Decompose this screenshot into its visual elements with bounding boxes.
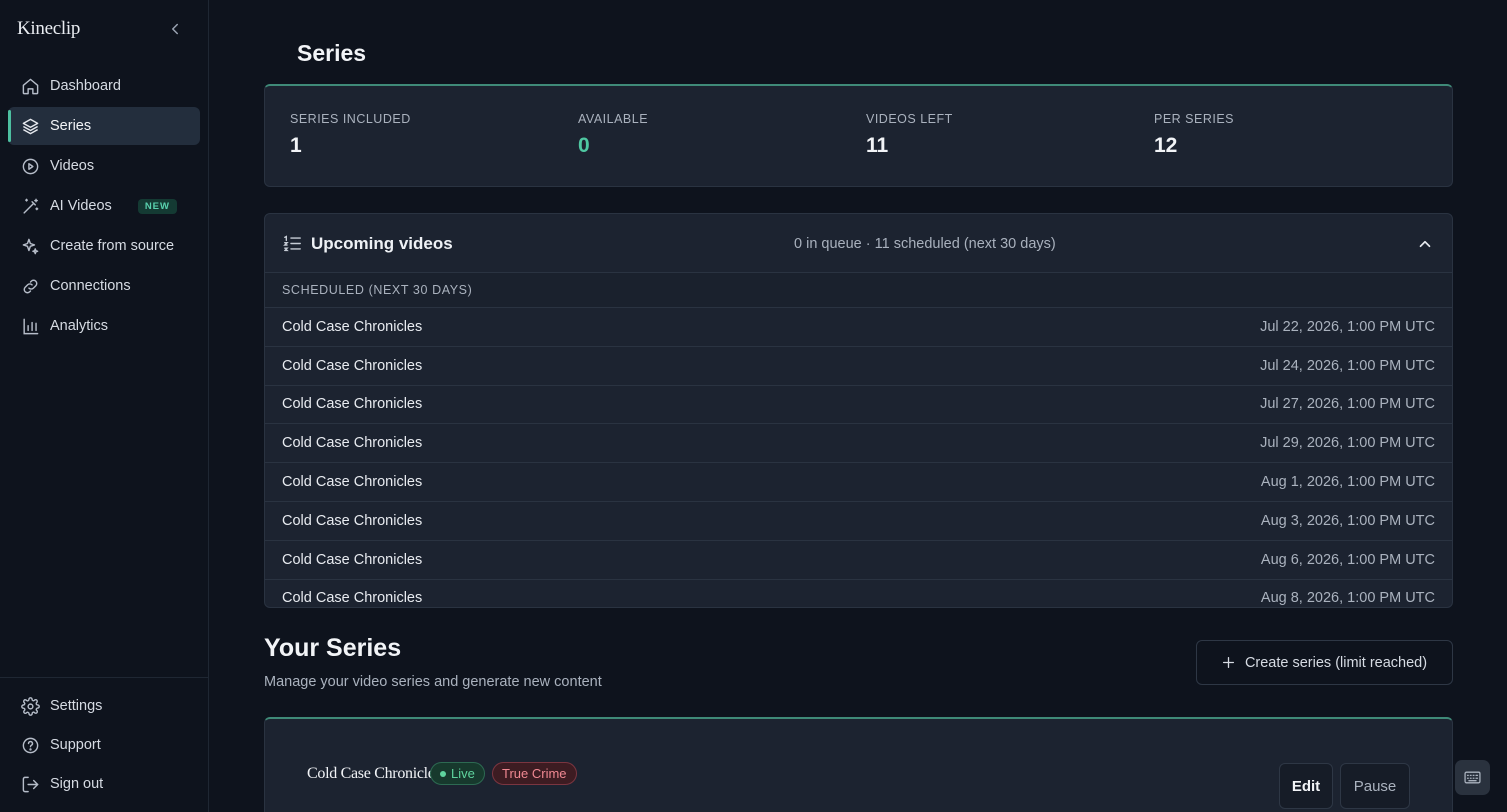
stats-card: SERIES INCLUDED 1 AVAILABLE 0 VIDEOS LEF… [264,84,1453,187]
sidebar-item-settings[interactable]: Settings [8,687,200,725]
live-dot-icon [440,770,446,777]
sidebar-item-series[interactable]: Series [8,107,200,145]
sidebar-nav: Dashboard Series Videos AI Videos NEW Cr… [8,67,200,347]
bar-chart-icon [21,317,40,336]
sidebar-item-dashboard[interactable]: Dashboard [8,67,200,105]
stat-series-included: SERIES INCLUDED 1 [290,112,411,158]
gear-icon [21,696,40,716]
collapse-sidebar-icon[interactable] [166,20,184,38]
scheduled-section-label: SCHEDULED (NEXT 30 DAYS) [265,273,1452,308]
sidebar-item-label: Connections [50,278,131,294]
sidebar-item-label: Settings [50,698,103,714]
scheduled-video-name: Cold Case Chronicles [282,512,423,529]
home-icon [21,77,40,96]
sidebar-item-videos[interactable]: Videos [8,147,200,185]
scheduled-video-date: Jul 24, 2026, 1:00 PM UTC [1260,357,1435,374]
list-item[interactable]: Cold Case Chronicles Jul 24, 2026, 1:00 … [265,347,1452,386]
stat-label: AVAILABLE [578,112,649,126]
sparkles-icon [21,237,40,256]
magic-wand-icon [21,197,40,216]
scheduled-video-date: Aug 8, 2026, 1:00 PM UTC [1260,590,1435,607]
upcoming-videos-panel: Upcoming videos 0 in queue · 11 schedule… [264,213,1453,608]
stat-value: 11 [866,134,889,157]
stat-value: 0 [578,134,590,157]
scheduled-video-date: Jul 29, 2026, 1:00 PM UTC [1260,435,1435,452]
stat-label: VIDEOS LEFT [866,112,953,126]
list-item[interactable]: Cold Case Chronicles Jul 27, 2026, 1:00 … [265,386,1452,425]
sidebar-item-sign-out[interactable]: Sign out [8,765,200,803]
stat-value: 1 [290,134,302,157]
play-circle-icon [21,157,40,176]
sidebar-item-label: Videos [50,158,95,174]
sidebar-item-label: AI Videos [50,198,112,214]
stat-videos-left: VIDEOS LEFT 11 [866,112,953,158]
sidebar-footer: Settings Support Sign out [0,677,208,804]
series-name: Cold Case Chronicles [307,765,441,782]
list-item[interactable]: Cold Case Chronicles Aug 3, 2026, 1:00 P… [265,502,1452,541]
plus-icon [1222,656,1235,669]
upcoming-title: Upcoming videos [311,234,453,253]
sidebar-item-connections[interactable]: Connections [8,267,200,305]
stat-label: PER SERIES [1154,112,1235,126]
scheduled-video-name: Cold Case Chronicles [282,551,423,568]
sidebar-item-support[interactable]: Support [8,726,200,764]
list-item[interactable]: Cold Case Chronicles Aug 8, 2026, 1:00 P… [265,580,1452,607]
scheduled-video-date: Aug 3, 2026, 1:00 PM UTC [1260,512,1435,529]
scheduled-video-name: Cold Case Chronicles [282,357,423,374]
sidebar-item-label: Dashboard [50,78,121,94]
your-series-title: Your Series [264,634,402,662]
keyboard-icon [1464,771,1481,784]
status-label: Live [451,766,475,781]
keyboard-shortcuts-button[interactable] [1455,760,1490,795]
scheduled-video-name: Cold Case Chronicles [282,474,423,491]
sidebar-item-label: Create from source [50,238,175,254]
scheduled-video-date: Jul 27, 2026, 1:00 PM UTC [1260,396,1435,413]
sidebar: Kineclip Dashboard Series Videos AI Vide… [0,0,209,812]
help-circle-icon [21,736,40,755]
sidebar-item-create-from-source[interactable]: Create from source [8,227,200,265]
upcoming-header[interactable]: Upcoming videos 0 in queue · 11 schedule… [265,214,1452,273]
stat-available: AVAILABLE 0 [578,112,648,158]
sidebar-item-ai-videos[interactable]: AI Videos NEW [8,187,200,225]
page-title: Series [297,40,367,66]
scheduled-video-name: Cold Case Chronicles [282,396,423,413]
sidebar-item-label: Analytics [50,318,109,334]
your-series-subtitle: Manage your video series and generate ne… [264,674,602,690]
brand-logo: Kineclip [17,18,81,39]
stat-value: 12 [1154,134,1178,157]
main-content: Series SERIES INCLUDED 1 AVAILABLE 0 VID… [209,0,1507,812]
sidebar-item-analytics[interactable]: Analytics [8,307,200,345]
list-item[interactable]: Cold Case Chronicles Jul 29, 2026, 1:00 … [265,424,1452,464]
scheduled-list: Cold Case Chronicles Jul 22, 2026, 1:00 … [265,308,1452,607]
new-badge: NEW [137,198,177,214]
create-series-label: Create series (limit reached) [1244,654,1428,671]
upcoming-summary: 0 in queue · 11 scheduled (next 30 days) [794,236,1056,252]
link-icon [21,277,40,296]
sidebar-item-label: Series [50,118,92,134]
sidebar-item-label: Support [50,737,101,753]
chevron-up-icon[interactable] [1416,235,1434,253]
scheduled-video-date: Aug 1, 2026, 1:00 PM UTC [1260,474,1435,491]
stat-label: SERIES INCLUDED [290,112,411,126]
create-series-button[interactable]: Create series (limit reached) [1196,640,1453,685]
pause-button[interactable]: Pause [1340,763,1410,809]
scheduled-video-name: Cold Case Chronicles [282,435,423,452]
stat-per-series: PER SERIES 12 [1154,112,1234,158]
layers-icon [21,117,40,136]
edit-button[interactable]: Edit [1279,763,1333,809]
genre-badge: True Crime [492,762,577,785]
scheduled-video-name: Cold Case Chronicles [282,590,423,607]
list-item[interactable]: Cold Case Chronicles Jul 22, 2026, 1:00 … [265,308,1452,347]
list-icon [283,235,302,252]
series-card: Cold Case Chronicles Live True Crime Edi… [264,717,1453,812]
list-item[interactable]: Cold Case Chronicles Aug 1, 2026, 1:00 P… [265,463,1452,502]
sidebar-item-label: Sign out [50,776,104,792]
scheduled-video-date: Aug 6, 2026, 1:00 PM UTC [1260,551,1435,568]
scheduled-video-date: Jul 22, 2026, 1:00 PM UTC [1260,318,1435,335]
status-badge: Live [430,762,485,785]
sign-out-icon [21,775,40,794]
scheduled-video-name: Cold Case Chronicles [282,318,423,335]
list-item[interactable]: Cold Case Chronicles Aug 6, 2026, 1:00 P… [265,541,1452,580]
